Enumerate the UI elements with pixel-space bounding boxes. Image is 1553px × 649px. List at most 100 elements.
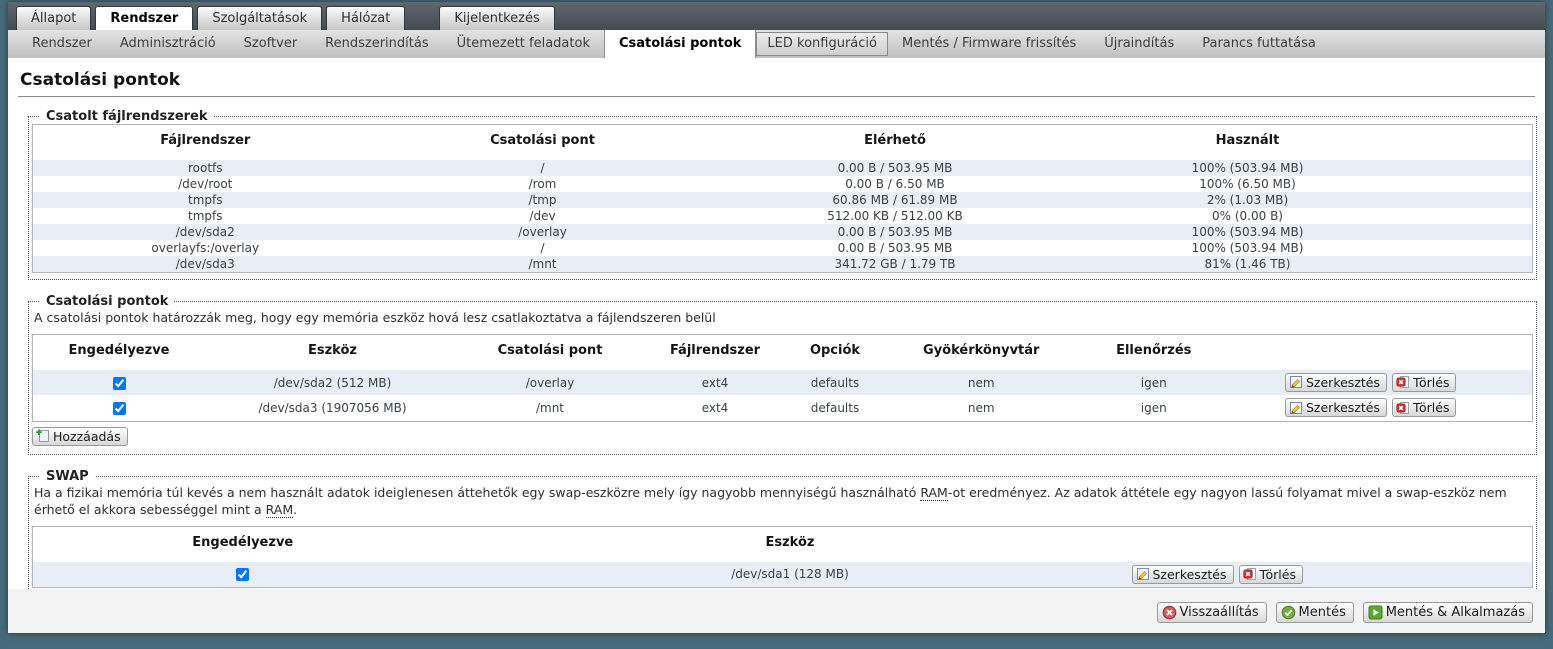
edit-button[interactable]: Szerkesztés bbox=[1285, 372, 1387, 392]
tab-szolgaltatasok[interactable]: Szolgáltatások bbox=[197, 6, 323, 30]
avail-cell: 512.00 KB / 512.00 KB bbox=[827, 209, 963, 223]
used-cell: 100% (503.94 MB) bbox=[1082, 160, 1413, 176]
mount-cell: /mnt bbox=[535, 401, 565, 416]
subtab-szoftver[interactable]: Szoftver bbox=[230, 30, 312, 58]
table-header-row: Fájlrendszer Csatolási pont Elérhető Has… bbox=[32, 124, 1533, 160]
subtab-utemezett-feladatok[interactable]: Ütemezett feladatok bbox=[443, 30, 604, 58]
col-mount-point: Csatolási pont bbox=[460, 334, 640, 370]
root-cell: nem bbox=[880, 369, 1083, 396]
col-empty bbox=[1412, 124, 1533, 160]
swap-row: /dev/sda1 (128 MB) Szerkesztés Törlés bbox=[32, 561, 1533, 588]
app-window: Állapot Rendszer Szolgáltatások Hálózat … bbox=[8, 2, 1545, 633]
mount-cell: /tmp bbox=[377, 192, 708, 208]
swap-legend: SWAP bbox=[46, 468, 89, 484]
mount-cell: /dev bbox=[529, 209, 556, 223]
col-used: Használt bbox=[1082, 124, 1413, 160]
mount-cell: /overlay bbox=[377, 224, 708, 240]
save-button[interactable]: Mentés bbox=[1275, 602, 1354, 623]
used-cell: 2% (1.03 MB) bbox=[1082, 192, 1413, 208]
tab-allapot[interactable]: Állapot bbox=[16, 6, 92, 30]
fs-cell: ext4 bbox=[701, 401, 729, 416]
add-mount-point-button[interactable]: Hozzáadás bbox=[32, 426, 128, 446]
fs-cell: tmpfs bbox=[188, 209, 223, 223]
reset-button[interactable]: Visszaállítás bbox=[1156, 602, 1267, 623]
check-cell: igen bbox=[1082, 369, 1225, 396]
action-bar: Visszaállítás Mentés Mentés & Alkalmazás bbox=[8, 589, 1545, 633]
add-icon bbox=[36, 429, 50, 443]
mount-points-legend: Csatolási pontok bbox=[46, 294, 169, 309]
delete-button[interactable]: Törlés bbox=[1392, 372, 1457, 392]
subtab-adminisztracio[interactable]: Adminisztráció bbox=[106, 30, 230, 58]
edit-icon bbox=[1289, 401, 1303, 415]
options-cell: defaults bbox=[810, 401, 860, 416]
table-row: /dev/sda2 /overlay 0.00 B / 503.95 MB 10… bbox=[32, 224, 1533, 240]
save-apply-button[interactable]: Mentés & Alkalmazás bbox=[1362, 602, 1533, 623]
table-header-row: Engedélyezve Eszköz bbox=[32, 526, 1533, 562]
subtab-rendszer[interactable]: Rendszer bbox=[18, 30, 106, 58]
col-enabled: Engedélyezve bbox=[32, 334, 205, 370]
col-mount-point: Csatolási pont bbox=[377, 124, 708, 160]
ram-abbr: RAM bbox=[265, 501, 294, 518]
edit-button[interactable]: Szerkesztés bbox=[1131, 564, 1234, 584]
mounted-filesystems-section: Csatolt fájlrendszerek Fájlrendszer Csat… bbox=[28, 109, 1537, 280]
edit-icon bbox=[1289, 375, 1303, 389]
col-filesystem: Fájlrendszer bbox=[640, 334, 790, 370]
subtab-parancs-futtatasa[interactable]: Parancs futtatása bbox=[1188, 30, 1330, 58]
mount-cell: /overlay bbox=[460, 369, 640, 396]
col-root: Gyökérkönyvtár bbox=[880, 334, 1083, 370]
apply-icon bbox=[1368, 605, 1383, 620]
tab-rendszer[interactable]: Rendszer bbox=[95, 6, 194, 30]
main-nav: Állapot Rendszer Szolgáltatások Hálózat … bbox=[8, 2, 1545, 30]
delete-button[interactable]: Törlés bbox=[1392, 398, 1457, 418]
fs-cell: tmpfs bbox=[32, 192, 378, 208]
subtab-led-konfiguracio[interactable]: LED konfiguráció bbox=[756, 32, 888, 56]
delete-icon bbox=[1396, 375, 1410, 389]
swap-description: Ha a fizikai memória túl kevés a nem has… bbox=[34, 484, 1507, 518]
col-device: Eszköz bbox=[452, 526, 1128, 562]
used-cell: 81% (1.46 TB) bbox=[1082, 256, 1413, 273]
table-row: /dev/sda3 /mnt 341.72 GB / 1.79 TB 81% (… bbox=[32, 256, 1533, 273]
swap-section: SWAP Ha a fizikai memória túl kevés a ne… bbox=[28, 468, 1537, 589]
avail-cell: 0.00 B / 503.95 MB bbox=[707, 160, 1083, 176]
swap-table: Engedélyezve Eszköz /dev/sda1 (128 MB) S… bbox=[32, 525, 1533, 589]
enabled-checkbox[interactable] bbox=[112, 402, 126, 416]
enabled-checkbox[interactable] bbox=[236, 568, 250, 582]
subtab-ujrainditas[interactable]: Újraindítás bbox=[1090, 30, 1188, 58]
used-cell: 100% (503.94 MB) bbox=[1191, 241, 1304, 255]
edit-button[interactable]: Szerkesztés bbox=[1285, 398, 1387, 418]
mount-point-row: /dev/sda3 (1907056 MB) /mnt ext4 default… bbox=[33, 395, 1533, 421]
device-cell: /dev/sda3 (1907056 MB) bbox=[258, 401, 407, 416]
check-cell: igen bbox=[1140, 401, 1167, 416]
fs-cell: /dev/sda2 bbox=[32, 224, 378, 240]
main-content: Csatolási pontok Csatolt fájlrendszerek … bbox=[8, 58, 1545, 589]
table-row: rootfs / 0.00 B / 503.95 MB 100% (503.94… bbox=[32, 160, 1533, 176]
col-available: Elérhető bbox=[707, 124, 1083, 160]
tab-halozat[interactable]: Hálózat bbox=[326, 6, 406, 30]
fs-cell: /dev/sda3 bbox=[32, 256, 378, 273]
options-cell: defaults bbox=[790, 369, 880, 396]
table-row: tmpfs /dev 512.00 KB / 512.00 KB 0% (0.0… bbox=[33, 208, 1533, 224]
avail-cell: 0.00 B / 6.50 MB bbox=[845, 177, 945, 191]
ram-abbr: RAM bbox=[920, 484, 948, 501]
delete-icon bbox=[1396, 401, 1410, 415]
subtab-csatolasi-pontok[interactable]: Csatolási pontok bbox=[603, 30, 757, 58]
device-cell: /dev/sda2 (512 MB) bbox=[205, 369, 460, 396]
col-actions bbox=[1225, 334, 1533, 370]
mounted-filesystems-legend: Csatolt fájlrendszerek bbox=[46, 109, 208, 124]
tab-kijelentkezes[interactable]: Kijelentkezés bbox=[439, 6, 555, 30]
subtab-rendszerinditas[interactable]: Rendszerindítás bbox=[311, 30, 442, 58]
page-title: Csatolási pontok bbox=[18, 70, 1535, 97]
edit-icon bbox=[1136, 567, 1150, 581]
mount-point-row: /dev/sda2 (512 MB) /overlay ext4 default… bbox=[32, 369, 1533, 396]
subtab-mentes-firmware[interactable]: Mentés / Firmware frissítés bbox=[888, 30, 1090, 58]
avail-cell: 0.00 B / 503.95 MB bbox=[837, 241, 953, 255]
mount-cell: / bbox=[540, 241, 545, 255]
save-icon bbox=[1281, 605, 1296, 620]
delete-button[interactable]: Törlés bbox=[1238, 564, 1303, 584]
avail-cell: 0.00 B / 503.95 MB bbox=[707, 224, 1083, 240]
col-check: Ellenőrzés bbox=[1082, 334, 1225, 370]
table-header-row: Engedélyezve Eszköz Csatolási pont Fájlr… bbox=[32, 334, 1533, 370]
enabled-checkbox[interactable] bbox=[112, 376, 126, 390]
col-options: Opciók bbox=[790, 334, 880, 370]
table-row: overlayfs:/overlay / 0.00 B / 503.95 MB … bbox=[33, 240, 1533, 256]
